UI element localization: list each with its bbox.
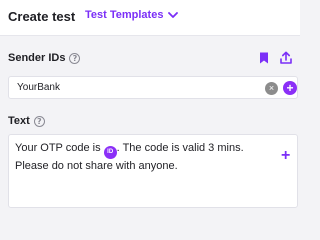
text-label-row: Text ? [8,115,45,127]
bookmark-icon[interactable] [259,52,269,64]
sender-id-value: YourBank [17,82,60,93]
sender-id-field[interactable]: YourBank × + [8,76,298,99]
test-templates-dropdown[interactable]: Test Templates [85,9,179,21]
id-token[interactable]: ID [103,146,117,159]
add-sender-button[interactable]: + [283,81,297,95]
chevron-down-icon [168,11,179,18]
page-title: Create test [8,9,76,24]
message-text[interactable]: Your OTP code is ID. The code is valid 3… [15,141,269,173]
insert-placeholder-button[interactable]: + [281,147,290,165]
text-label: Text [8,115,30,127]
info-icon[interactable]: ? [69,52,81,64]
sender-ids-label-row: Sender IDs ? [8,52,81,64]
info-icon[interactable]: ? [33,115,45,127]
upload-icon[interactable] [280,51,292,64]
message-text-area[interactable]: Your OTP code is ID. The code is valid 3… [8,134,298,208]
message-text-before-token: Your OTP code is [15,142,104,154]
clear-sender-button[interactable]: × [265,82,278,95]
sender-ids-label: Sender IDs [8,52,66,64]
test-templates-label: Test Templates [85,9,164,21]
header: Create test Test Templates [0,0,300,36]
